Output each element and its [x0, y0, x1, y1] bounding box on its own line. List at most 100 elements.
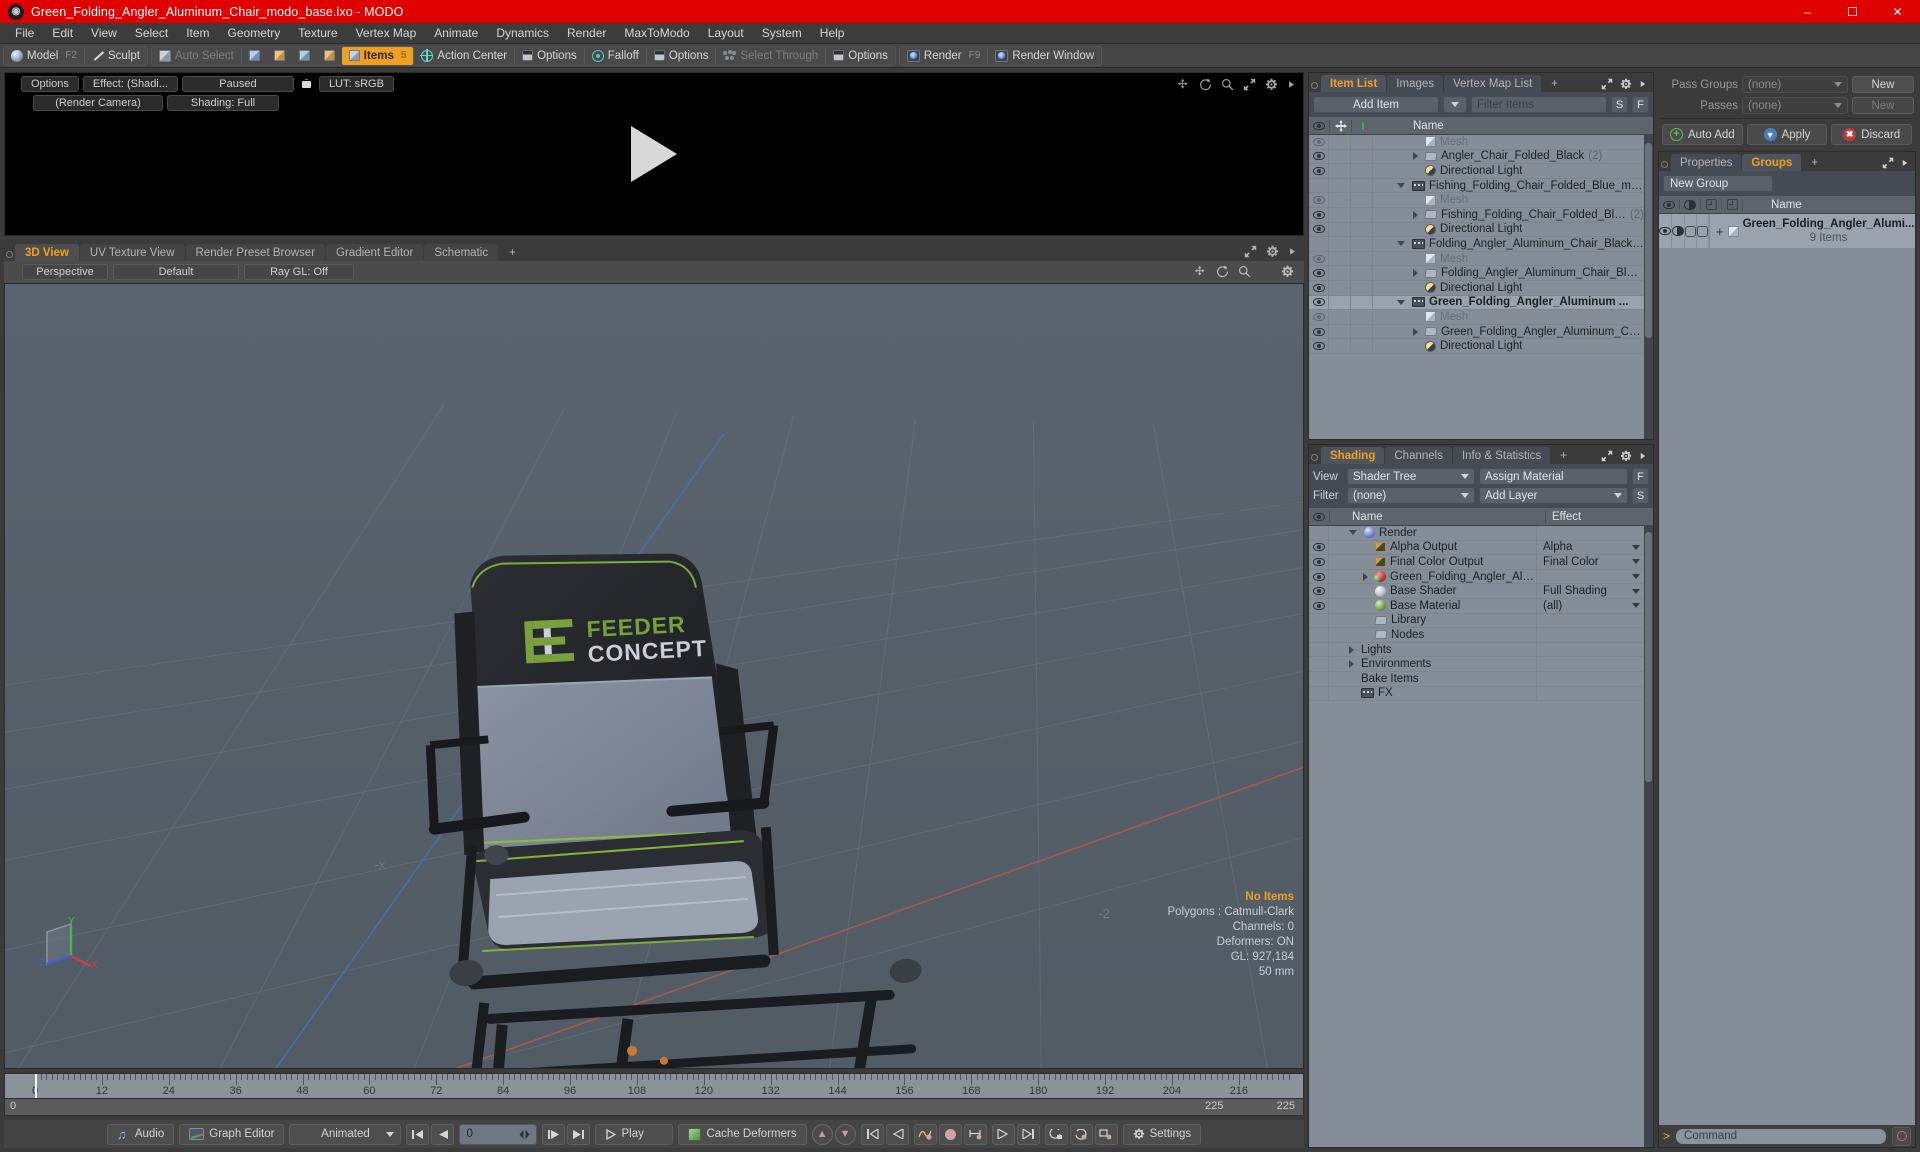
- timeline-ruler[interactable]: 0122436486072849610812013214415616818019…: [4, 1073, 1304, 1099]
- preview-options-button[interactable]: Options: [21, 76, 79, 92]
- item-transform-cell[interactable]: [1351, 207, 1373, 222]
- item-transform-cell[interactable]: [1351, 280, 1373, 295]
- tree-twirl-closed[interactable]: [1413, 269, 1418, 278]
- shader-tree-row[interactable]: Nodes: [1309, 628, 1644, 643]
- tree-twirl-open[interactable]: [1397, 299, 1405, 305]
- auto-select-button[interactable]: Auto Select: [152, 47, 241, 65]
- current-frame-input[interactable]: 0: [459, 1123, 538, 1145]
- shader-visibility-toggle[interactable]: [1309, 526, 1329, 540]
- menu-help[interactable]: Help: [811, 24, 854, 43]
- item-transform-cell[interactable]: [1351, 295, 1373, 310]
- add-item-list-tab-button[interactable]: +: [1542, 75, 1567, 92]
- shader-effect-cell[interactable]: [1536, 569, 1644, 584]
- item-list-row[interactable]: Green_Folding_Angler_Aluminum_Cha...: [1309, 324, 1644, 340]
- item-lock-cell[interactable]: [1329, 237, 1351, 251]
- apply-button[interactable]: ▼ Apply: [1746, 124, 1828, 145]
- groups-maximize-icon[interactable]: [1882, 157, 1894, 169]
- shader-tree-row[interactable]: Render: [1309, 526, 1644, 541]
- shading-panel-handle-icon[interactable]: [1311, 454, 1318, 461]
- shader-effect-header[interactable]: Effect: [1545, 510, 1653, 523]
- add-viewport-tab-button[interactable]: +: [499, 244, 526, 261]
- key-transform-up-button[interactable]: ▲: [811, 1123, 833, 1145]
- play-button[interactable]: Play: [595, 1123, 674, 1145]
- auto-add-button[interactable]: + Auto Add: [1662, 124, 1743, 145]
- command-input[interactable]: Command: [1675, 1127, 1887, 1145]
- shader-visibility-toggle[interactable]: [1309, 642, 1329, 657]
- shader-tree-row[interactable]: FX: [1309, 686, 1644, 702]
- group-shade-toggle[interactable]: [1697, 214, 1709, 248]
- shader-tree-row[interactable]: Base Shader Full Shading: [1309, 584, 1644, 599]
- column-visibility-header[interactable]: [1309, 121, 1329, 130]
- item-list-row[interactable]: Folding_Angler_Aluminum_Chair_Black_ ...: [1309, 237, 1644, 252]
- item-list-row[interactable]: Folding_Angler_Aluminum_Chair_Black...: [1309, 266, 1644, 281]
- item-list-row[interactable]: Fishing_Folding_Chair_Folded_Blue (2): [1309, 207, 1644, 223]
- tab-shading[interactable]: Shading: [1321, 447, 1385, 464]
- tree-twirl-closed[interactable]: [1413, 152, 1418, 161]
- menu-item[interactable]: Item: [177, 24, 218, 43]
- add-groups-tab-button[interactable]: +: [1802, 154, 1827, 171]
- item-list-gear-icon[interactable]: [1620, 78, 1632, 90]
- item-lock-cell[interactable]: [1329, 310, 1351, 324]
- polygon-mode-button[interactable]: [292, 47, 317, 65]
- group-wire-toggle[interactable]: [1685, 214, 1697, 248]
- menu-file[interactable]: File: [6, 24, 43, 43]
- shading-menu-arrow-icon[interactable]: [1639, 450, 1647, 462]
- shader-effect-cell[interactable]: [1536, 526, 1644, 540]
- item-transform-cell[interactable]: [1351, 266, 1373, 280]
- tab-schematic[interactable]: Schematic: [424, 244, 499, 261]
- render-window-button[interactable]: Render Window: [988, 47, 1101, 65]
- shader-tree-row[interactable]: Bake Items: [1309, 671, 1644, 687]
- item-list-row[interactable]: Fishing_Folding_Chair_Folded_Blue_mod...: [1309, 178, 1644, 194]
- preview-shading-dropdown[interactable]: Shading: Full: [167, 95, 279, 111]
- shader-visibility-toggle[interactable]: [1309, 569, 1329, 584]
- shader-tree-row[interactable]: Base Material (all): [1309, 598, 1644, 614]
- column-transform-header[interactable]: [1351, 119, 1373, 132]
- panel-handle-icon[interactable]: [6, 251, 13, 258]
- viewport-gear-icon[interactable]: [1266, 245, 1279, 258]
- graph-editor-button[interactable]: Graph Editor: [179, 1123, 285, 1145]
- key-mode-3-button[interactable]: [1094, 1123, 1118, 1145]
- menu-layout[interactable]: Layout: [699, 24, 753, 43]
- maximize-panel-icon[interactable]: [1243, 78, 1256, 91]
- tree-twirl-open[interactable]: [1397, 241, 1405, 247]
- item-list-f-button[interactable]: F: [1632, 96, 1649, 113]
- menu-geometry[interactable]: Geometry: [219, 24, 290, 43]
- shader-effect-cell[interactable]: [1536, 671, 1644, 686]
- timeline[interactable]: 0 12 24 36 48 60 72 84 96 108 120 132 144 156 168 180 19…: [4, 1073, 1304, 1117]
- shader-name-header[interactable]: Name: [1329, 510, 1545, 523]
- first-key-button[interactable]: [860, 1123, 884, 1145]
- menu-texture[interactable]: Texture: [289, 24, 346, 43]
- item-lock-cell[interactable]: [1329, 324, 1351, 339]
- tree-twirl-open[interactable]: [1397, 183, 1405, 189]
- add-key-curve-button[interactable]: [913, 1123, 937, 1145]
- menu-maxtomodo[interactable]: MaxToModo: [615, 24, 698, 43]
- maximize-button[interactable]: ☐: [1830, 0, 1875, 23]
- shading-s-button[interactable]: S: [1632, 487, 1649, 504]
- shader-tree-row[interactable]: Environments: [1309, 657, 1644, 672]
- shader-visibility-toggle[interactable]: [1309, 555, 1329, 569]
- shader-tree-row[interactable]: Library: [1309, 613, 1644, 629]
- viewport-perspective-dropdown[interactable]: Perspective: [22, 264, 108, 280]
- tab-groups[interactable]: Groups: [1742, 154, 1802, 171]
- item-transform-cell[interactable]: [1351, 149, 1373, 164]
- item-list-body[interactable]: Mesh Angler_Chair_Folded_Black (2) Directio…: [1309, 135, 1644, 439]
- record-macro-button[interactable]: [1892, 1126, 1911, 1146]
- group-visibility-toggle[interactable]: [1659, 214, 1672, 248]
- menu-edit[interactable]: Edit: [43, 24, 82, 43]
- shader-visibility-toggle[interactable]: [1309, 671, 1329, 686]
- item-list-row[interactable]: Mesh: [1309, 251, 1644, 267]
- shader-effect-cell[interactable]: [1536, 642, 1644, 657]
- zoom-icon[interactable]: [1221, 78, 1234, 91]
- viewport-menu-arrow-icon[interactable]: [1288, 245, 1297, 258]
- pass-groups-dropdown[interactable]: (none): [1742, 76, 1848, 93]
- rotate-icon[interactable]: [1199, 78, 1212, 91]
- tab-3d-view[interactable]: 3D View: [15, 244, 79, 261]
- item-transform-cell[interactable]: [1351, 135, 1373, 149]
- filter-items-input[interactable]: Filter Items: [1471, 96, 1607, 113]
- item-list-row[interactable]: Directional Light: [1309, 280, 1644, 296]
- timeline-playhead[interactable]: [35, 1074, 37, 1098]
- lock-icon[interactable]: [298, 76, 315, 92]
- shader-visibility-toggle[interactable]: [1309, 628, 1329, 642]
- item-lock-cell[interactable]: [1329, 149, 1351, 164]
- shader-visibility-toggle[interactable]: [1309, 613, 1329, 628]
